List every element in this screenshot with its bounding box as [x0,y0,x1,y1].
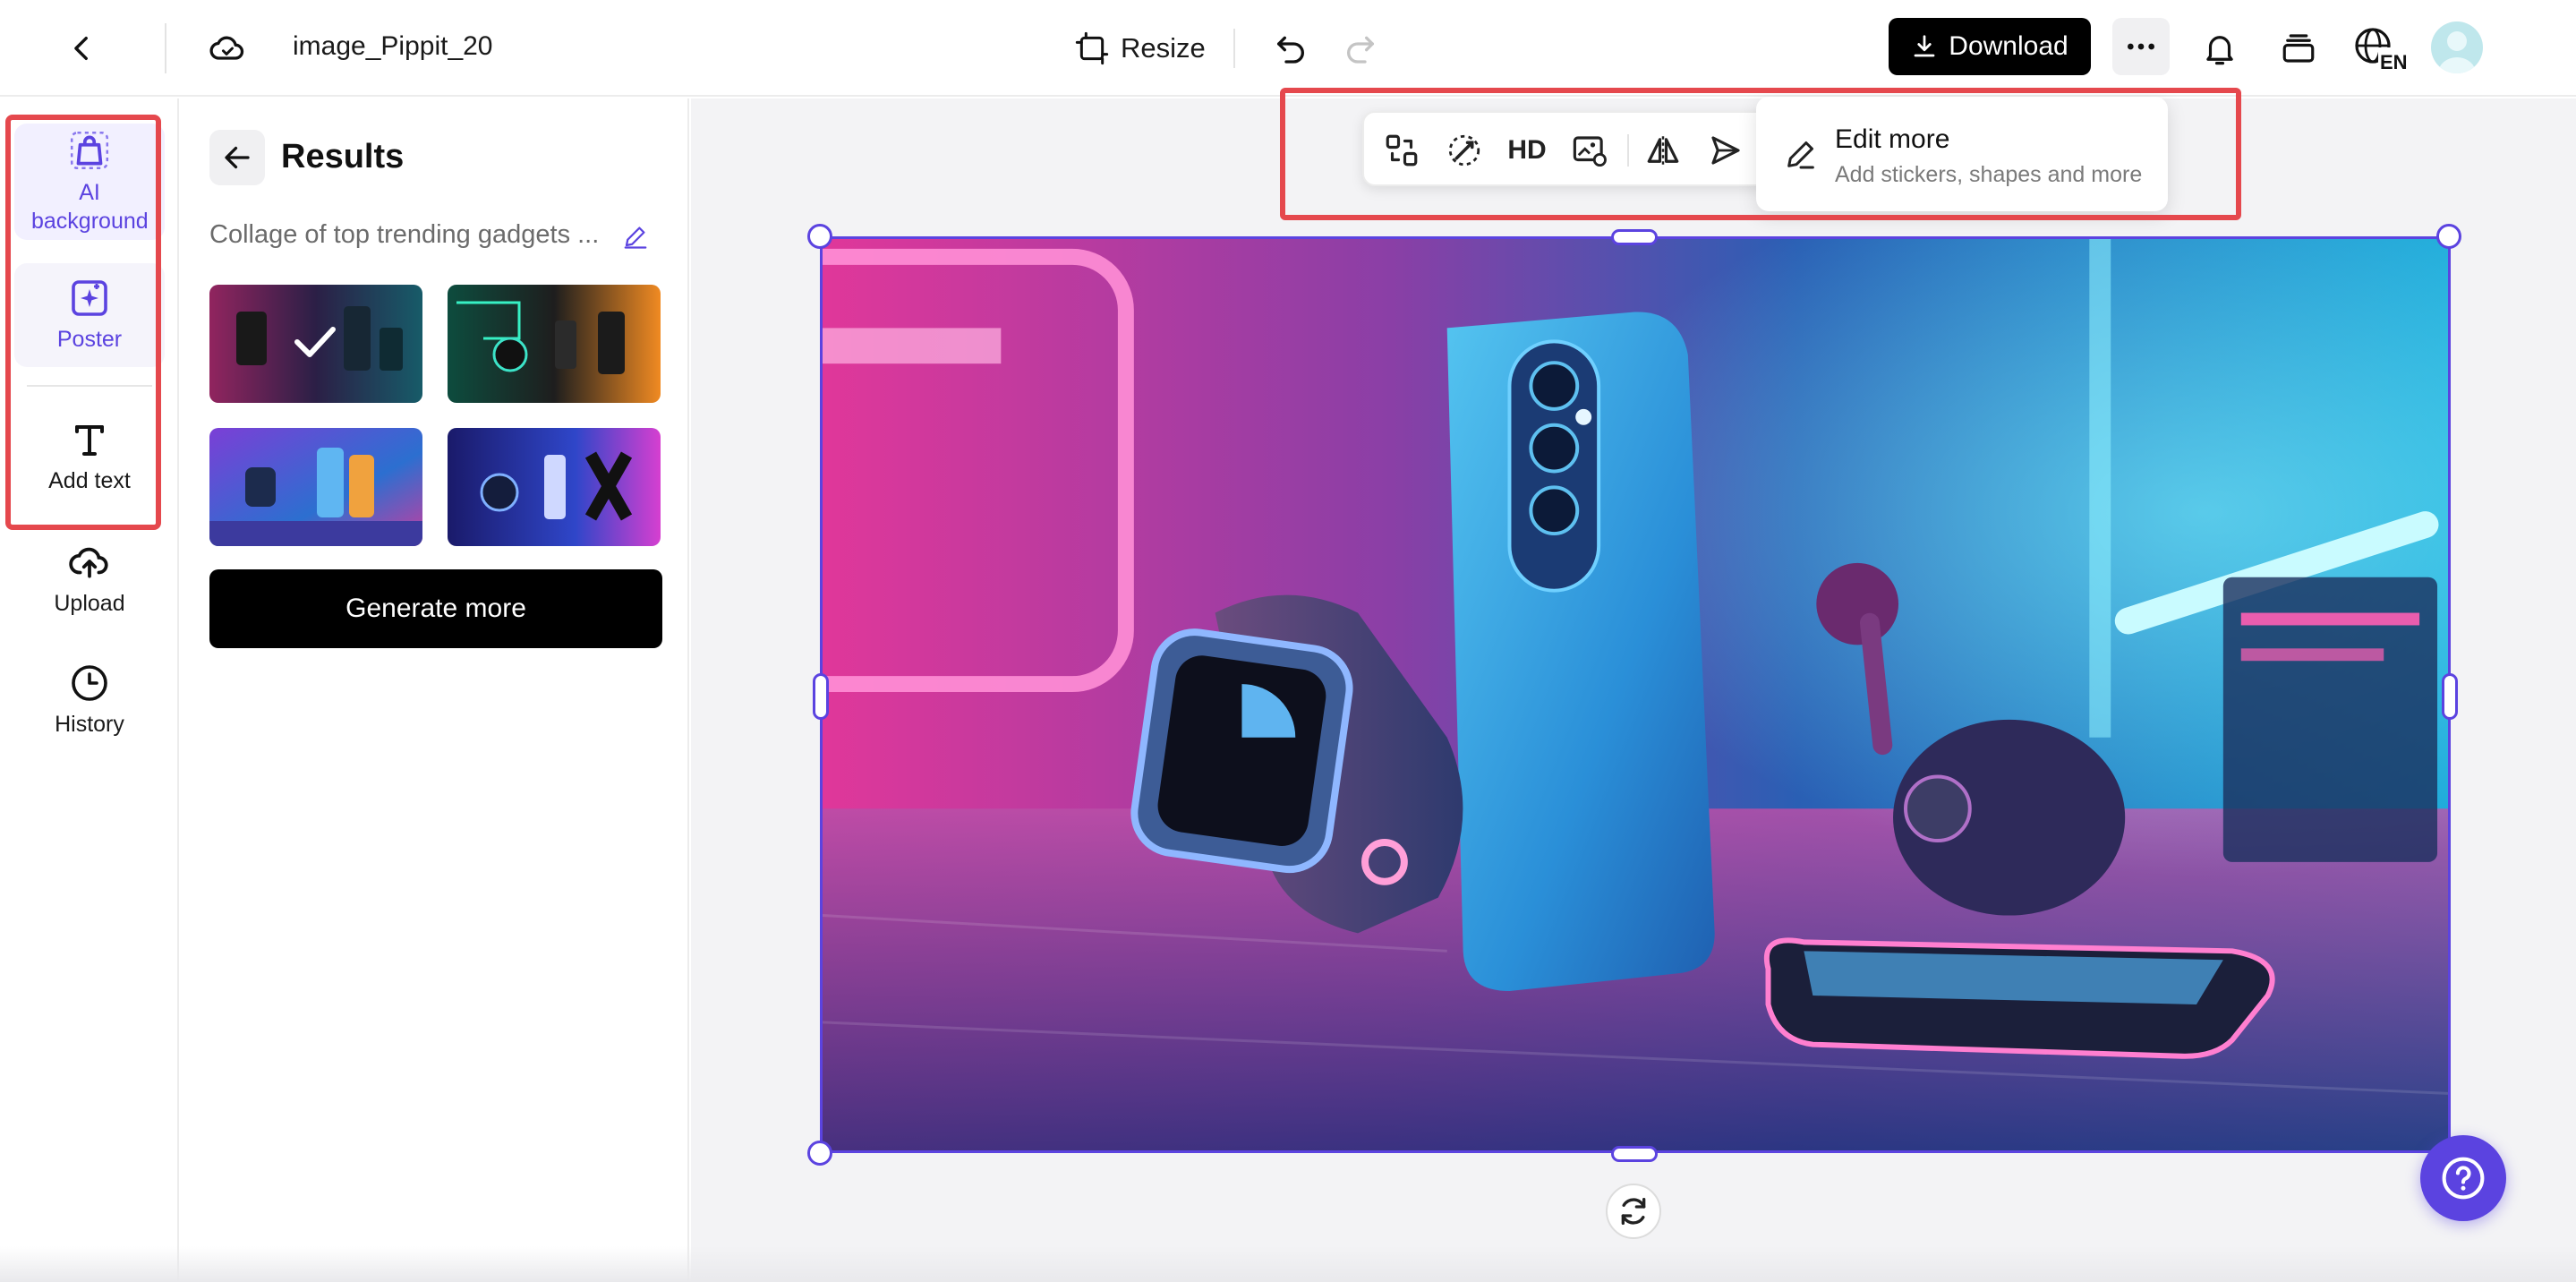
edit-more-popover[interactable]: Edit more Add stickers, shapes and more [1756,97,2168,211]
download-icon [1914,35,1935,57]
result-thumbnail-1[interactable] [209,285,422,403]
globe-icon: EN [2355,28,2410,73]
magic-eraser-icon [1448,134,1480,167]
thumbnail-image [209,285,422,403]
help-button[interactable] [2420,1135,2506,1221]
results-back-button[interactable] [209,130,265,185]
replace-image-tool-button[interactable] [1563,124,1616,177]
rail-label-upload: Upload [54,591,125,616]
send-icon [1711,136,1740,165]
result-thumbnail-3[interactable] [209,428,422,546]
ellipsis-icon [2128,43,2154,50]
layers-button[interactable] [2270,20,2327,77]
resize-handle-top[interactable] [1611,229,1658,245]
clock-icon [72,665,107,701]
notifications-button[interactable] [2191,20,2248,77]
cloud-icon [209,36,244,60]
resize-button[interactable]: Resize [1065,20,1215,77]
layers-icon [2282,34,2315,63]
redo-button[interactable] [1332,20,1389,77]
product-image [823,239,2448,1150]
resize-handle-top-left[interactable] [807,224,832,249]
thumbnail-image [448,285,661,403]
rail-item-add-text[interactable]: Add text [14,405,165,509]
image-toolbar: HD [1362,111,1774,186]
language-button[interactable]: EN [2349,20,2413,77]
swap-tool-button[interactable] [1375,124,1429,177]
resize-handle-bottom[interactable] [1611,1146,1658,1162]
prompt-text: Collage of top trending gadgets ... [209,220,600,249]
cloud-save-button[interactable] [199,20,256,77]
rotate-button[interactable] [1606,1184,1661,1239]
rail-label-ai-background: AI background [31,180,149,234]
more-options-button[interactable] [2112,18,2170,75]
send-tool-button[interactable] [1699,124,1753,177]
divider [1233,29,1235,68]
resize-handle-right[interactable] [2442,673,2458,720]
result-thumbnail-4[interactable] [448,428,661,546]
text-icon [75,425,104,456]
resize-handle-bottom-left[interactable] [807,1141,832,1166]
rotate-icon [1621,1198,1646,1225]
toolbar-divider [1627,134,1629,167]
download-button[interactable]: Download [1889,18,2091,75]
rail-item-ai-background[interactable]: AI background [14,124,165,240]
rail-item-poster[interactable]: Poster [14,263,165,367]
arrow-left-icon [225,146,250,169]
redo-icon [1347,36,1374,64]
edit-prompt-button[interactable] [618,218,653,254]
resize-handle-left[interactable] [813,673,829,720]
user-avatar[interactable] [2431,21,2483,73]
hd-label: HD [1507,135,1547,165]
edit-more-subtitle: Add stickers, shapes and more [1835,162,2143,187]
swap-icon [1386,134,1418,167]
rail-label-history: History [55,712,124,737]
flip-icon [1647,136,1679,165]
magic-eraser-tool-button[interactable] [1437,124,1491,177]
results-title: Results [281,138,405,175]
left-rail: AI background Poster Add text Upload His… [0,98,179,1282]
bag-icon [70,131,109,170]
thumbnail-image [209,428,422,546]
rail-label-poster: Poster [56,327,123,352]
flip-tool-button[interactable] [1636,124,1690,177]
svg-text:EN: EN [2380,51,2408,73]
results-panel: Results Collage of top trending gadgets … [181,98,689,1282]
project-title[interactable]: image_Pippit_20 [293,27,493,66]
main-image[interactable] [820,236,2451,1153]
edit-more-title: Edit more [1835,124,1950,154]
thumbnail-image [448,428,661,546]
rail-divider [27,385,152,387]
rail-item-upload[interactable]: Upload [14,526,165,630]
upload-icon [69,547,108,578]
resize-label: Resize [1121,32,1206,64]
rail-item-history[interactable]: History [14,648,165,752]
hd-tool-button[interactable]: HD [1500,124,1554,177]
pencil-icon [1787,141,1814,169]
back-button[interactable] [54,20,111,77]
undo-button[interactable] [1262,20,1319,77]
bell-icon [2206,36,2233,65]
undo-icon [1277,36,1304,64]
download-label: Download [1949,31,2068,61]
question-icon [2442,1157,2485,1200]
top-bar: image_Pippit_20 Resize Download EN [0,0,2576,97]
pencil-icon [624,226,647,249]
rail-label-add-text: Add text [48,468,131,493]
poster-icon [72,280,107,316]
chevron-left-icon [74,36,88,61]
resize-handle-top-right[interactable] [2436,224,2461,249]
result-thumbnail-2[interactable] [448,285,661,403]
divider [165,23,166,73]
resize-icon [1075,31,1109,65]
generate-more-button[interactable]: Generate more [209,569,662,648]
avatar-icon [2438,31,2476,73]
replace-image-icon [1573,136,1607,167]
